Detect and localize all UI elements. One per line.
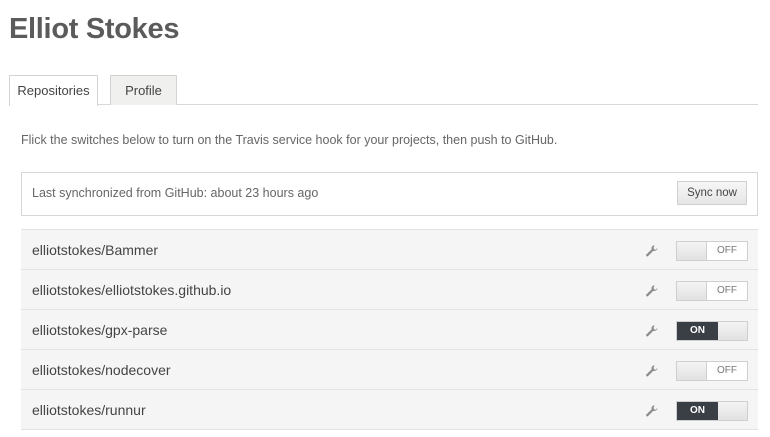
wrench-icon[interactable] bbox=[645, 284, 659, 298]
repository-list: elliotstokes/Bammer OFF elliotstokes/ell… bbox=[21, 229, 758, 430]
wrench-icon[interactable] bbox=[645, 324, 659, 338]
toggle-knob bbox=[677, 282, 707, 300]
toggle-knob bbox=[677, 362, 707, 380]
toggle-state: OFF bbox=[707, 362, 747, 380]
wrench-icon[interactable] bbox=[645, 404, 659, 418]
toggle-state: ON bbox=[677, 322, 718, 340]
repository-row: elliotstokes/nodecover OFF bbox=[21, 350, 758, 390]
tab-repositories[interactable]: Repositories bbox=[9, 75, 98, 106]
repository-row: elliotstokes/runnur ON bbox=[21, 390, 758, 430]
repository-row: elliotstokes/Bammer OFF bbox=[21, 230, 758, 270]
tab-profile[interactable]: Profile bbox=[110, 75, 177, 105]
toggle-knob bbox=[717, 402, 747, 420]
repository-name[interactable]: elliotstokes/nodecover bbox=[32, 362, 171, 378]
toggle-knob bbox=[717, 322, 747, 340]
repository-name[interactable]: elliotstokes/runnur bbox=[32, 402, 146, 418]
hook-toggle[interactable]: OFF bbox=[676, 241, 748, 261]
sync-now-button[interactable]: Sync now bbox=[677, 181, 747, 205]
hook-toggle[interactable]: OFF bbox=[676, 281, 748, 301]
hook-toggle[interactable]: ON bbox=[676, 401, 748, 421]
page-title: Elliot Stokes bbox=[9, 13, 180, 45]
repository-name[interactable]: elliotstokes/Bammer bbox=[32, 242, 158, 258]
wrench-icon[interactable] bbox=[645, 364, 659, 378]
sync-panel: Last synchronized from GitHub: about 23 … bbox=[21, 172, 758, 216]
toggle-state: ON bbox=[677, 402, 718, 420]
sync-status: Last synchronized from GitHub: about 23 … bbox=[32, 186, 319, 200]
repository-name[interactable]: elliotstokes/elliotstokes.github.io bbox=[32, 282, 231, 298]
hook-toggle[interactable]: ON bbox=[676, 321, 748, 341]
tab-bar: Repositories Profile bbox=[9, 75, 758, 106]
intro-text: Flick the switches below to turn on the … bbox=[21, 133, 558, 147]
profile-page: Elliot Stokes Repositories Profile Flick… bbox=[0, 0, 770, 437]
repository-row: elliotstokes/elliotstokes.github.io OFF bbox=[21, 270, 758, 310]
repository-name[interactable]: elliotstokes/gpx-parse bbox=[32, 322, 167, 338]
toggle-knob bbox=[677, 242, 707, 260]
wrench-icon[interactable] bbox=[645, 244, 659, 258]
repository-row: elliotstokes/gpx-parse ON bbox=[21, 310, 758, 350]
toggle-state: OFF bbox=[707, 282, 747, 300]
toggle-state: OFF bbox=[707, 242, 747, 260]
hook-toggle[interactable]: OFF bbox=[676, 361, 748, 381]
